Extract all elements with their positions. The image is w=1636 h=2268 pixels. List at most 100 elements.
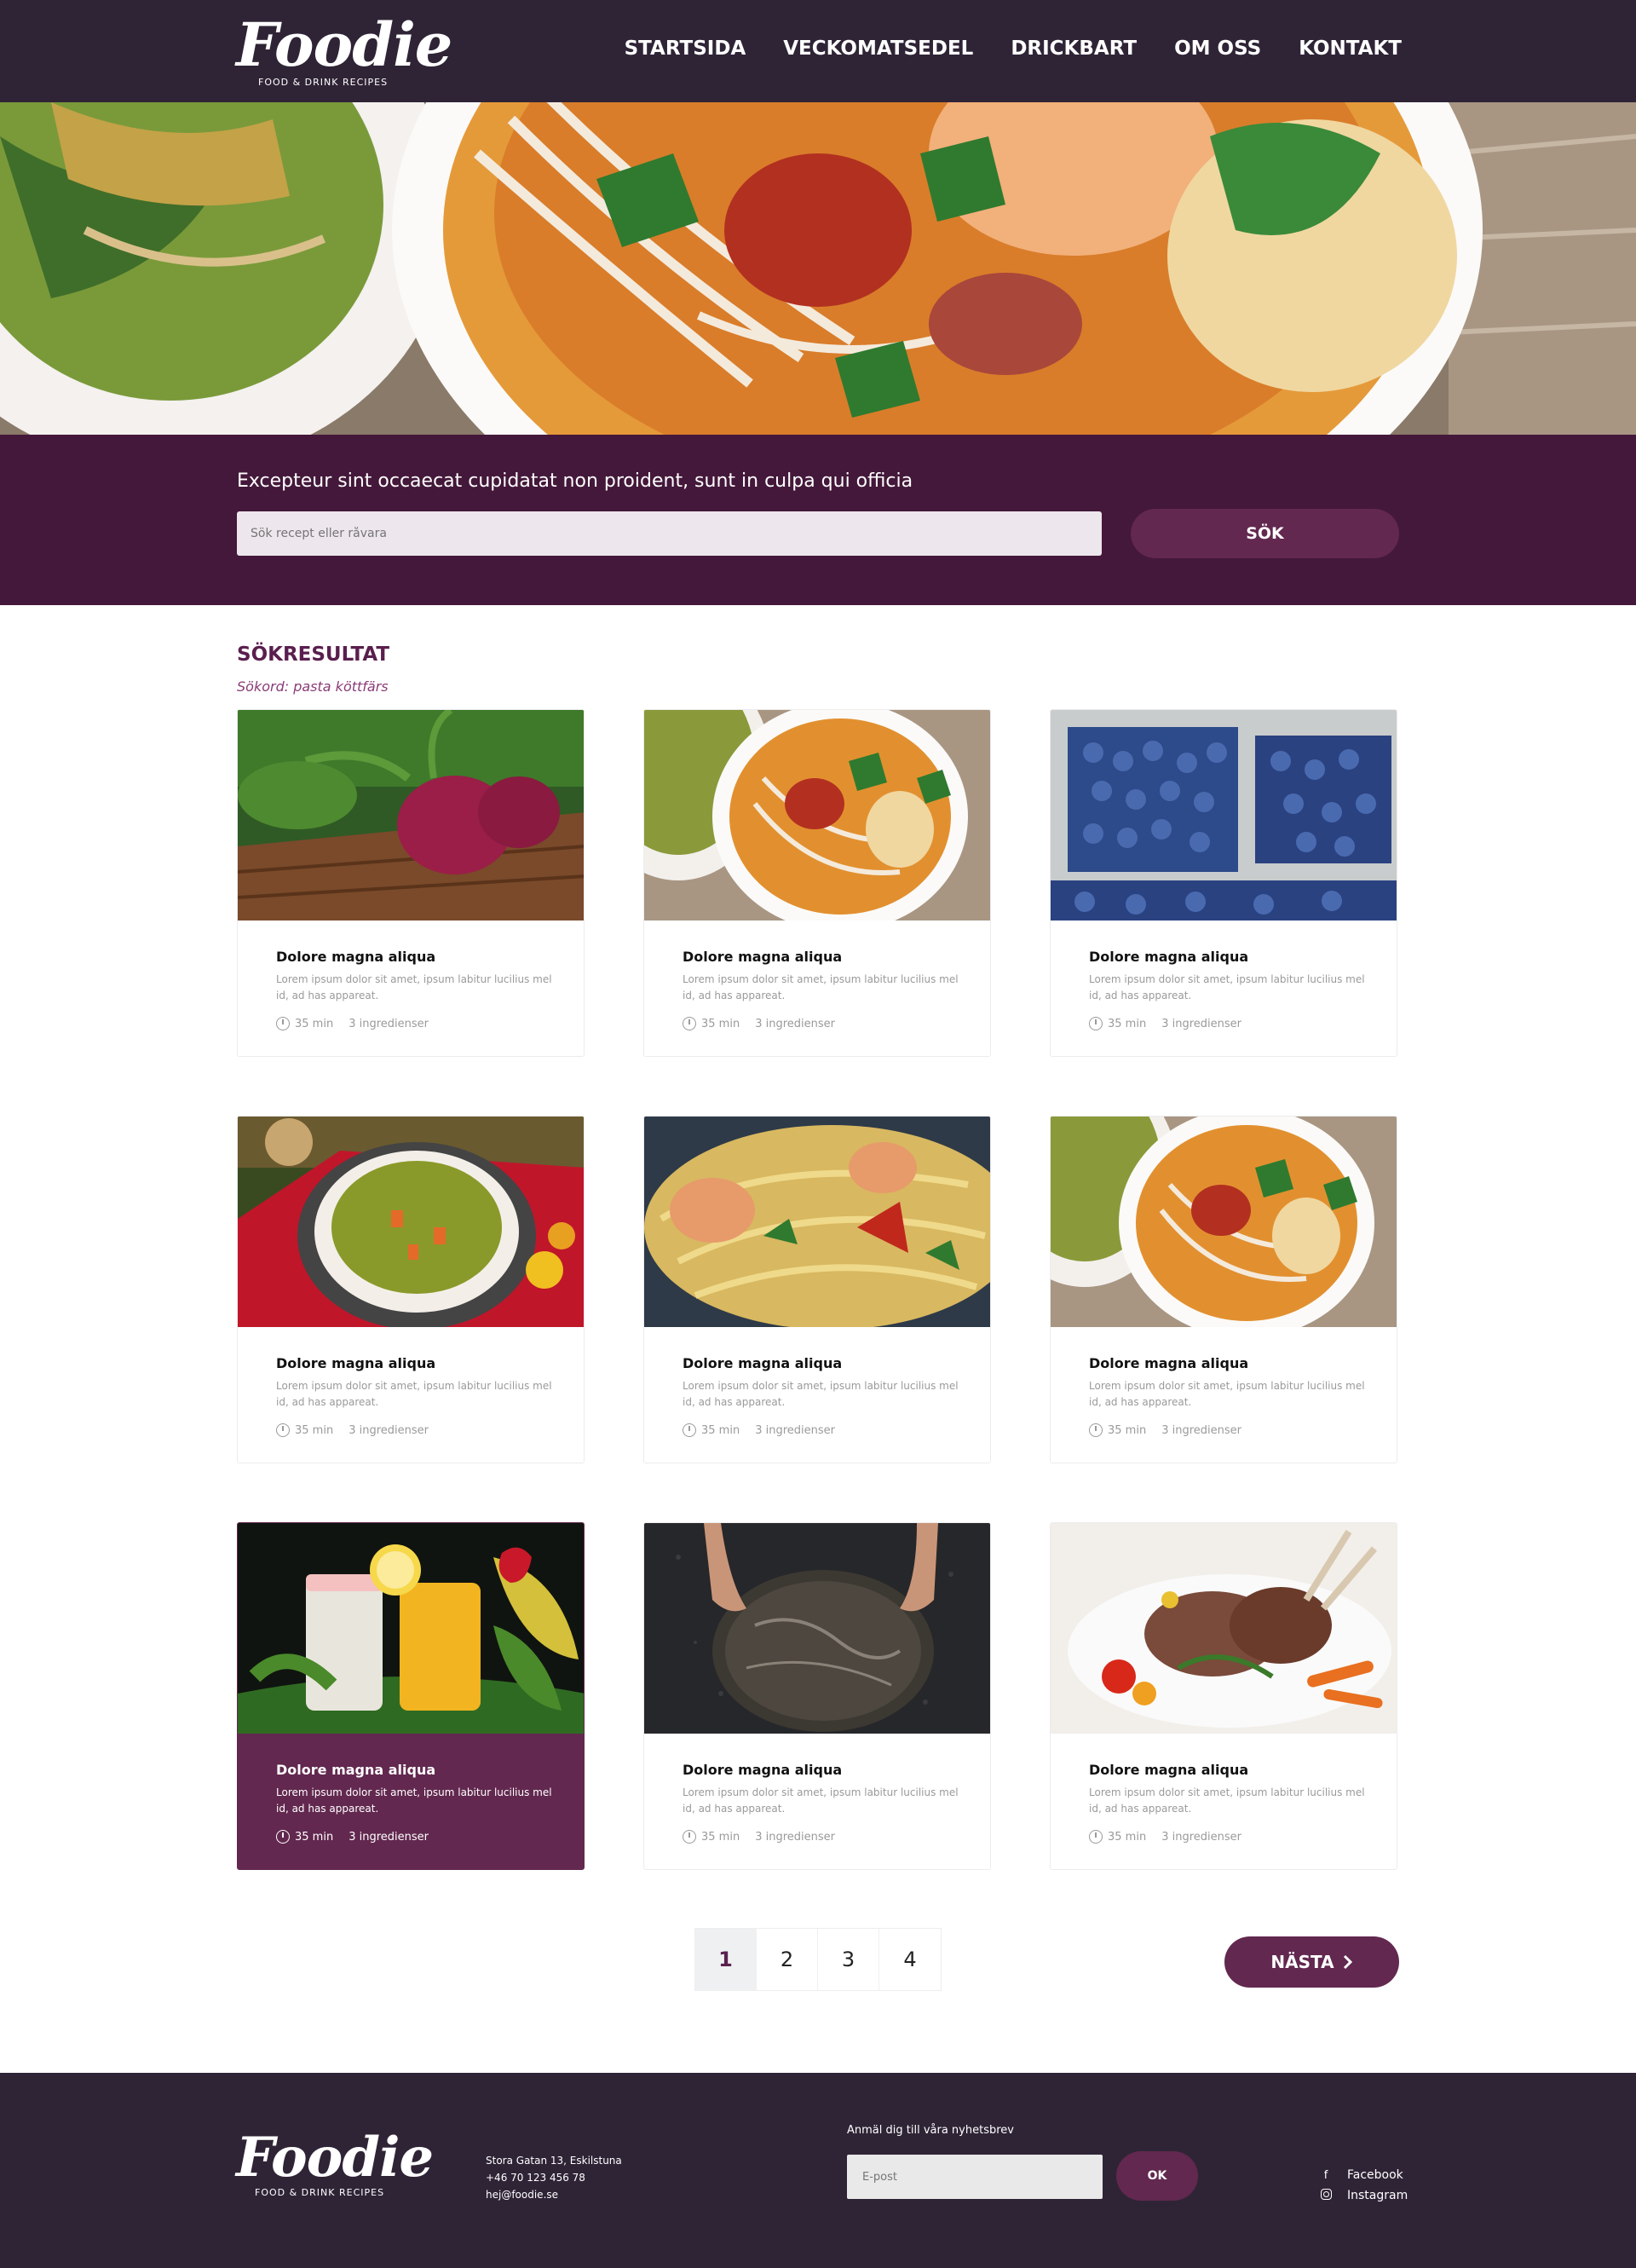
recipe-card[interactable]: Dolore magna aliqua Lorem ipsum dolor si… [237,709,585,1057]
recipe-card[interactable]: Dolore magna aliqua Lorem ipsum dolor si… [1050,1116,1397,1463]
page-4-button[interactable]: 4 [879,1929,941,1990]
recipe-description: Lorem ipsum dolor sit amet, ipsum labitu… [683,1786,959,1815]
recipe-image-lamb-chops [1051,1523,1397,1734]
recipe-description: Lorem ipsum dolor sit amet, ipsum labitu… [683,1380,959,1408]
recipe-time: 35 min [1108,1017,1147,1030]
chevron-right-icon [1343,1954,1352,1970]
recipe-description: Lorem ipsum dolor sit amet, ipsum labitu… [1089,973,1365,1001]
recipe-meta: 35 min 3 ingredienser [683,1017,835,1030]
recipe-time: 35 min [295,1423,334,1437]
recipe-meta: 35 min 3 ingredienser [276,1423,429,1437]
recipe-card[interactable]: Dolore magna aliqua Lorem ipsum dolor si… [237,1116,585,1463]
recipe-time: 35 min [701,1830,740,1844]
site-header: Foodie FOOD & DRINK RECIPES STARTSIDA VE… [0,0,1636,102]
hero-image [0,102,1636,435]
recipe-title: Dolore magna aliqua [683,1762,843,1778]
recipe-meta: 35 min 3 ingredienser [1089,1423,1241,1437]
page-3-button[interactable]: 3 [818,1929,879,1990]
clock-icon [683,1830,696,1844]
nav-om-oss[interactable]: OM OSS [1174,38,1261,60]
recipe-title: Dolore magna aliqua [1089,1762,1249,1778]
recipe-time: 35 min [1108,1423,1147,1437]
recipe-title: Dolore magna aliqua [1089,949,1249,965]
recipe-title: Dolore magna aliqua [276,949,436,965]
search-button[interactable]: SÖK [1131,509,1399,558]
recipe-time: 35 min [701,1423,740,1437]
footer-logo-wordmark: Foodie [236,2126,434,2190]
footer-contact: Stora Gatan 13, Eskilstuna +46 70 123 45… [486,2152,622,2203]
recipe-card[interactable]: Dolore magna aliqua Lorem ipsum dolor si… [643,709,991,1057]
clock-icon [1089,1423,1103,1437]
instagram-link[interactable]: Instagram [1316,2185,1408,2206]
page-1-button[interactable]: 1 [695,1929,757,1990]
recipe-description: Lorem ipsum dolor sit amet, ipsum labitu… [1089,1380,1365,1408]
nav-kontakt[interactable]: KONTAKT [1299,38,1402,60]
recipe-card[interactable]: Dolore magna aliqua Lorem ipsum dolor si… [1050,709,1397,1057]
facebook-label: Facebook [1347,2168,1403,2182]
clock-icon [276,1830,290,1844]
recipe-meta: 35 min 3 ingredienser [683,1423,835,1437]
recipe-description: Lorem ipsum dolor sit amet, ipsum labitu… [1089,1786,1365,1815]
facebook-link[interactable]: f Facebook [1316,2165,1408,2185]
logo-tagline: FOOD & DRINK RECIPES [258,77,389,88]
recipe-image-beets [238,710,584,920]
recipe-description: Lorem ipsum dolor sit amet, ipsum labitu… [276,973,552,1001]
recipe-image-shrimp-pasta [644,1117,990,1327]
footer-logo[interactable]: Foodie FOOD & DRINK RECIPES [236,2126,434,2199]
recipe-meta: 35 min 3 ingredienser [1089,1017,1241,1030]
recipe-time: 35 min [701,1017,740,1030]
recipe-time: 35 min [295,1830,334,1844]
recipe-image-lemonade [238,1523,584,1734]
site-logo[interactable]: Foodie FOOD & DRINK RECIPES [236,9,452,92]
recipe-description: Lorem ipsum dolor sit amet, ipsum labitu… [683,973,959,1001]
recipe-ingredients: 3 ingredienser [349,1423,429,1437]
nav-startsida[interactable]: STARTSIDA [625,38,746,60]
recipe-card[interactable]: Dolore magna aliqua Lorem ipsum dolor si… [643,1522,991,1870]
next-label: NÄSTA [1270,1952,1334,1972]
recipe-title: Dolore magna aliqua [683,949,843,965]
recipe-image-noodle-soup [644,710,990,920]
recipe-ingredients: 3 ingredienser [1161,1423,1241,1437]
recipe-time: 35 min [295,1017,334,1030]
footer-email-link[interactable]: hej@foodie.se [486,2186,622,2203]
search-input[interactable] [237,511,1102,556]
recipe-card-selected[interactable]: Dolore magna aliqua Lorem ipsum dolor si… [237,1522,585,1870]
results-title: SÖKRESULTAT [237,643,390,666]
recipe-ingredients: 3 ingredienser [349,1017,429,1030]
recipe-image-blueberries [1051,710,1397,920]
clock-icon [1089,1017,1103,1030]
clock-icon [1089,1830,1103,1844]
newsletter-submit-button[interactable]: OK [1116,2151,1198,2201]
recipe-description: Lorem ipsum dolor sit amet, ipsum labitu… [276,1380,552,1408]
social-links: f Facebook Instagram [1316,2165,1408,2206]
facebook-icon: f [1323,2168,1328,2182]
recipe-title: Dolore magna aliqua [276,1762,436,1778]
recipe-title: Dolore magna aliqua [1089,1355,1249,1371]
recipe-ingredients: 3 ingredienser [755,1830,835,1844]
clock-icon [276,1017,290,1030]
search-tagline: Excepteur sint occaecat cupidatat non pr… [237,470,913,492]
recipe-meta: 35 min 3 ingredienser [276,1830,429,1844]
nav-veckomatsedel[interactable]: VECKOMATSEDEL [783,38,973,60]
page-2-button[interactable]: 2 [757,1929,818,1990]
clock-icon [276,1423,290,1437]
recipe-ingredients: 3 ingredienser [755,1017,835,1030]
pagination: 1 2 3 4 [694,1928,942,1991]
recipe-card[interactable]: Dolore magna aliqua Lorem ipsum dolor si… [1050,1522,1397,1870]
hero-noodle-bowl-image [0,102,1636,435]
newsletter-label: Anmäl dig till våra nyhetsbrev [847,2124,1014,2137]
recipe-description: Lorem ipsum dolor sit amet, ipsum labitu… [276,1786,552,1815]
recipe-image-bread [644,1523,990,1734]
recipe-card[interactable]: Dolore magna aliqua Lorem ipsum dolor si… [643,1116,991,1463]
nav-drickbart[interactable]: DRICKBART [1011,38,1137,60]
clock-icon [683,1423,696,1437]
instagram-icon [1316,2188,1335,2203]
search-query-label: Sökord: pasta köttfärs [237,678,389,695]
logo-wordmark: Foodie [236,9,452,80]
recipe-image-vegetable-soup [238,1117,584,1327]
recipe-image-noodle-soup [1051,1117,1397,1327]
recipe-ingredients: 3 ingredienser [755,1423,835,1437]
next-page-button[interactable]: NÄSTA [1224,1936,1399,1988]
instagram-label: Instagram [1347,2189,1408,2202]
newsletter-email-input[interactable] [847,2155,1103,2199]
